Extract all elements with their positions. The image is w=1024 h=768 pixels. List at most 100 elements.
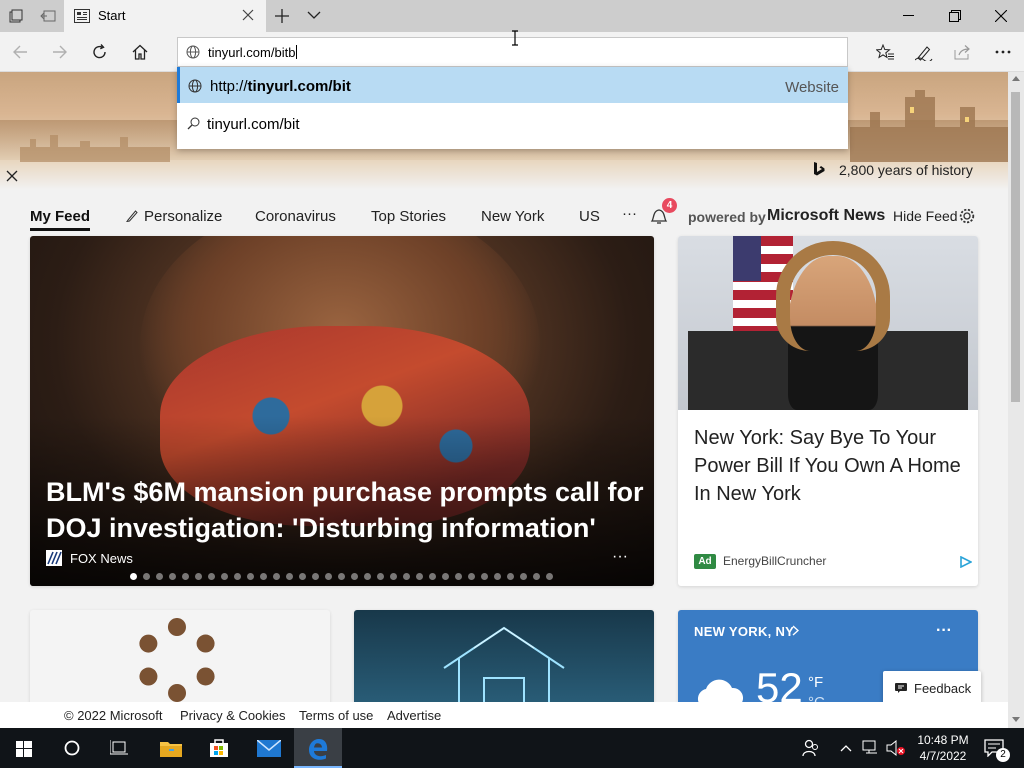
ad-story-card[interactable]: New York: Say Bye To Your Power Bill If …	[678, 236, 978, 586]
main-story-card[interactable]: BLM's $6M mansion purchase prompts call …	[30, 236, 654, 586]
unit-fahrenheit[interactable]: °F	[808, 674, 823, 691]
feed-tab-top-stories[interactable]: Top Stories	[371, 208, 446, 225]
tab-preview-chevron-icon[interactable]	[307, 11, 321, 20]
start-button[interactable]	[0, 728, 48, 768]
task-view-button[interactable]	[96, 728, 144, 768]
carousel-dot[interactable]	[416, 573, 423, 580]
feed-tab-my-feed[interactable]: My Feed	[30, 208, 91, 231]
carousel-dot[interactable]	[429, 573, 436, 580]
clock-date[interactable]: 4/7/2022	[913, 749, 973, 763]
settings-gear-icon[interactable]	[959, 208, 975, 224]
carousel-dot[interactable]	[481, 573, 488, 580]
story-card-house[interactable]	[354, 610, 654, 710]
search-button[interactable]	[48, 728, 96, 768]
address-input[interactable]: tinyurl.com/bitb	[208, 45, 298, 60]
carousel-dot[interactable]	[351, 573, 358, 580]
carousel-dot[interactable]	[520, 573, 527, 580]
feed-tab-new-york[interactable]: New York	[481, 208, 544, 225]
carousel-dot[interactable]	[455, 573, 462, 580]
carousel-dot[interactable]	[260, 573, 267, 580]
weather-more-button[interactable]: ···	[936, 622, 952, 640]
hero-caption[interactable]: 2,800 years of history	[839, 162, 973, 178]
mail-button[interactable]	[244, 728, 292, 768]
carousel-dot[interactable]	[273, 573, 280, 580]
show-hidden-icons-chevron-icon[interactable]	[840, 744, 852, 752]
carousel-dot[interactable]	[312, 573, 319, 580]
footer-terms-link[interactable]: Terms of use	[299, 708, 373, 723]
ad-story-title[interactable]: New York: Say Bye To Your Power Bill If …	[694, 424, 964, 508]
store-button[interactable]	[195, 728, 243, 768]
carousel-dot[interactable]	[182, 573, 189, 580]
tab-close-icon[interactable]	[242, 9, 254, 21]
scroll-down-arrow-icon[interactable]	[1012, 717, 1020, 722]
carousel-dot[interactable]	[169, 573, 176, 580]
share-icon[interactable]	[954, 44, 972, 60]
carousel-dot[interactable]	[442, 573, 449, 580]
file-explorer-button[interactable]	[147, 728, 195, 768]
carousel-dot[interactable]	[208, 573, 215, 580]
action-center-button[interactable]: 2	[976, 728, 1024, 768]
carousel-dot[interactable]	[494, 573, 501, 580]
suggestion-search[interactable]: tinyurl.com/bit	[177, 105, 848, 141]
close-window-icon[interactable]	[995, 10, 1007, 22]
main-story-more-button[interactable]: ···	[612, 548, 628, 566]
carousel-dot[interactable]	[221, 573, 228, 580]
suggestion-website[interactable]: http://tinyurl.com/bit Website	[177, 67, 848, 103]
forward-icon[interactable]	[52, 45, 68, 59]
refresh-icon[interactable]	[92, 44, 108, 60]
carousel-dot[interactable]	[286, 573, 293, 580]
network-icon[interactable]	[862, 740, 880, 756]
scrollbar-thumb[interactable]	[1011, 92, 1020, 402]
favorites-icon[interactable]	[876, 44, 894, 60]
carousel-dot[interactable]	[325, 573, 332, 580]
feedback-button[interactable]: Feedback	[883, 671, 981, 705]
carousel-dot[interactable]	[546, 573, 553, 580]
carousel-dot[interactable]	[338, 573, 345, 580]
tab-start[interactable]: Start	[64, 0, 266, 32]
feed-tab-us[interactable]: US	[579, 208, 600, 225]
ad-advertiser[interactable]: EnergyBillCruncher	[723, 554, 826, 568]
carousel-dot[interactable]	[390, 573, 397, 580]
home-icon[interactable]	[132, 44, 148, 60]
footer-privacy-link[interactable]: Privacy & Cookies	[180, 708, 285, 723]
back-icon[interactable]	[12, 45, 28, 59]
main-story-source[interactable]: FOX News	[70, 551, 133, 566]
volume-muted-icon[interactable]	[886, 740, 906, 756]
feed-more-button[interactable]: ···	[622, 205, 637, 222]
carousel-dot[interactable]	[143, 573, 150, 580]
carousel-dot[interactable]	[156, 573, 163, 580]
tab-actions-icon[interactable]	[9, 9, 23, 23]
carousel-dot[interactable]	[364, 573, 371, 580]
weather-location[interactable]: NEW YORK, NY	[694, 624, 794, 639]
carousel-dot[interactable]	[377, 573, 384, 580]
edge-button[interactable]	[294, 728, 342, 768]
restore-icon[interactable]	[949, 10, 961, 22]
web-note-pen-icon[interactable]	[915, 43, 933, 61]
carousel-dot[interactable]	[507, 573, 514, 580]
carousel-dot[interactable]	[468, 573, 475, 580]
hide-feed-button[interactable]: Hide Feed	[893, 208, 958, 224]
carousel-dot[interactable]	[403, 573, 410, 580]
dismiss-hero-icon[interactable]	[6, 170, 18, 182]
footer-advertise-link[interactable]: Advertise	[387, 708, 441, 723]
adchoices-icon[interactable]	[960, 556, 972, 568]
carousel-dot[interactable]	[247, 573, 254, 580]
people-icon[interactable]	[802, 739, 820, 757]
footer-copyright: © 2022 Microsoft	[64, 708, 163, 723]
scroll-up-arrow-icon[interactable]	[1012, 76, 1020, 81]
main-story-title[interactable]: BLM's $6M mansion purchase prompts call …	[46, 474, 646, 546]
new-tab-icon[interactable]	[275, 9, 289, 23]
carousel-dot[interactable]	[195, 573, 202, 580]
clock-time[interactable]: 10:48 PM	[913, 733, 973, 747]
carousel-dot[interactable]	[130, 573, 137, 580]
carousel-dot[interactable]	[299, 573, 306, 580]
more-options-icon[interactable]	[995, 50, 1011, 54]
feed-tab-personalize[interactable]: Personalize	[144, 208, 222, 225]
bing-icon[interactable]	[813, 161, 825, 177]
feed-tab-coronavirus[interactable]: Coronavirus	[255, 208, 336, 225]
carousel-dot[interactable]	[234, 573, 241, 580]
carousel-dot[interactable]	[533, 573, 540, 580]
story-card-beads[interactable]	[30, 610, 330, 710]
minimize-icon[interactable]	[903, 15, 914, 17]
set-aside-tabs-icon[interactable]	[40, 9, 56, 23]
